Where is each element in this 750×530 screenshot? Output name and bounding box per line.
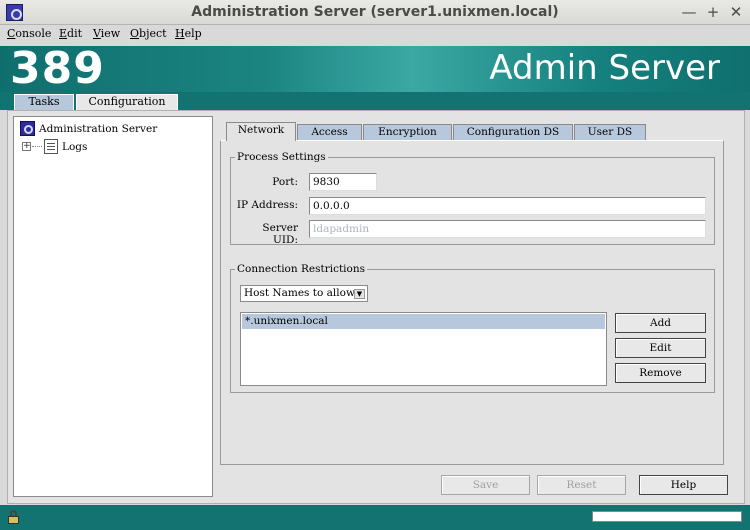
help-button-label: Help xyxy=(670,479,697,491)
process-settings-title: Process Settings xyxy=(235,151,328,163)
tab-network[interactable]: Network xyxy=(226,122,296,141)
menu-edit[interactable]: Edit xyxy=(59,27,82,40)
maximize-button[interactable]: + xyxy=(704,3,722,21)
server-uid-field[interactable] xyxy=(309,220,706,238)
connection-restrictions-title: Connection Restrictions xyxy=(235,263,368,275)
add-button-label: Add xyxy=(649,317,672,329)
server-icon xyxy=(20,121,35,136)
help-button[interactable]: Help xyxy=(639,475,728,495)
menu-view[interactable]: View xyxy=(93,27,120,40)
menu-object[interactable]: Object xyxy=(130,27,167,40)
tree-item-label: Administration Server xyxy=(39,122,158,135)
logs-icon xyxy=(44,139,58,154)
tree-connector xyxy=(32,146,42,147)
add-button[interactable]: Add xyxy=(615,313,706,333)
host-filter-select[interactable]: Host Names to allow ▼ xyxy=(240,285,368,302)
ip-address-field[interactable] xyxy=(309,197,706,215)
lock-icon xyxy=(7,510,21,524)
tab-configuration-ds[interactable]: Configuration DS xyxy=(453,124,573,141)
expand-icon[interactable]: + xyxy=(22,142,31,151)
tab-tasks[interactable]: Tasks xyxy=(14,94,74,110)
server-uid-label: Server UID: xyxy=(262,222,298,246)
menu-help[interactable]: Help xyxy=(175,27,202,40)
navigation-tree[interactable]: Administration Server + Logs xyxy=(13,116,213,497)
save-button[interactable]: Save xyxy=(441,475,530,495)
remove-button-label: Remove xyxy=(639,367,682,379)
console-tab-strip: Tasks Configuration xyxy=(0,92,750,110)
ip-address-label: IP Address: xyxy=(236,199,298,211)
reset-button-label: Reset xyxy=(566,479,597,491)
close-button[interactable]: ✕ xyxy=(727,3,745,21)
menu-console[interactable]: Console xyxy=(7,27,51,40)
restrictions-list[interactable]: *.unixmen.local xyxy=(240,312,607,386)
list-item[interactable]: *.unixmen.local xyxy=(242,314,605,329)
status-progress-bar xyxy=(592,511,742,522)
chevron-down-icon: ▼ xyxy=(354,289,365,299)
window-title: Administration Server (server1.unixmen.l… xyxy=(191,4,559,20)
tab-user-ds[interactable]: User DS xyxy=(574,124,646,141)
tab-access[interactable]: Access xyxy=(297,124,362,141)
tree-item-label: Logs xyxy=(62,140,88,153)
edit-button-label: Edit xyxy=(649,342,672,354)
edit-button[interactable]: Edit xyxy=(615,338,706,358)
reset-button[interactable]: Reset xyxy=(537,475,626,495)
title-bar: Administration Server (server1.unixmen.l… xyxy=(0,0,750,25)
save-button-label: Save xyxy=(472,479,499,491)
minimize-button[interactable]: — xyxy=(680,3,698,21)
port-field[interactable] xyxy=(309,173,377,191)
host-filter-value: Host Names to allow xyxy=(244,287,355,299)
tab-encryption[interactable]: Encryption xyxy=(363,124,452,141)
tab-configuration[interactable]: Configuration xyxy=(76,94,178,110)
tree-item-administration-server[interactable]: Administration Server xyxy=(20,121,157,136)
port-label: Port: xyxy=(272,176,298,188)
product-banner: 389 Admin Server xyxy=(0,43,750,94)
remove-button[interactable]: Remove xyxy=(615,363,706,383)
banner-product-name: Admin Server xyxy=(489,48,720,88)
lock-body xyxy=(8,516,19,524)
banner-number: 389 xyxy=(10,43,105,94)
tree-item-logs[interactable]: + Logs xyxy=(22,139,87,154)
menu-bar: Console Edit View Object Help xyxy=(0,25,750,44)
